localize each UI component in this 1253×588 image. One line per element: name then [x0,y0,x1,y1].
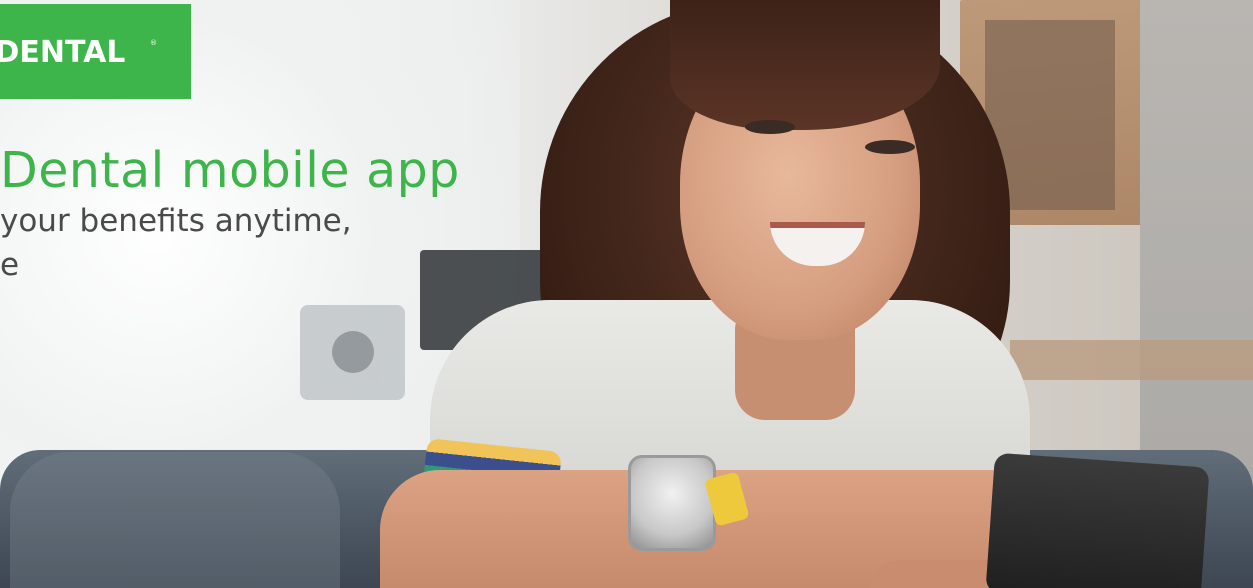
person-eye-left [745,120,795,134]
background-table [1010,340,1253,380]
sofa-cushion [10,452,340,588]
person-bangs [670,0,940,130]
wristwatch [628,455,716,551]
hero-banner: DENTAL ® Dental mobile app your benefits… [0,0,1253,588]
person-eye-right [865,140,915,154]
hero-subline-2: e [0,247,20,283]
brand-logo[interactable]: DENTAL ® [0,4,191,99]
mobile-phone [985,452,1210,588]
background-speaker [300,305,405,400]
logo-text: DENTAL [0,35,126,70]
hero-headline: Dental mobile app [0,142,460,199]
hero-subline-1: your benefits anytime, [0,203,352,239]
logo-registered-mark: ® [150,39,157,47]
